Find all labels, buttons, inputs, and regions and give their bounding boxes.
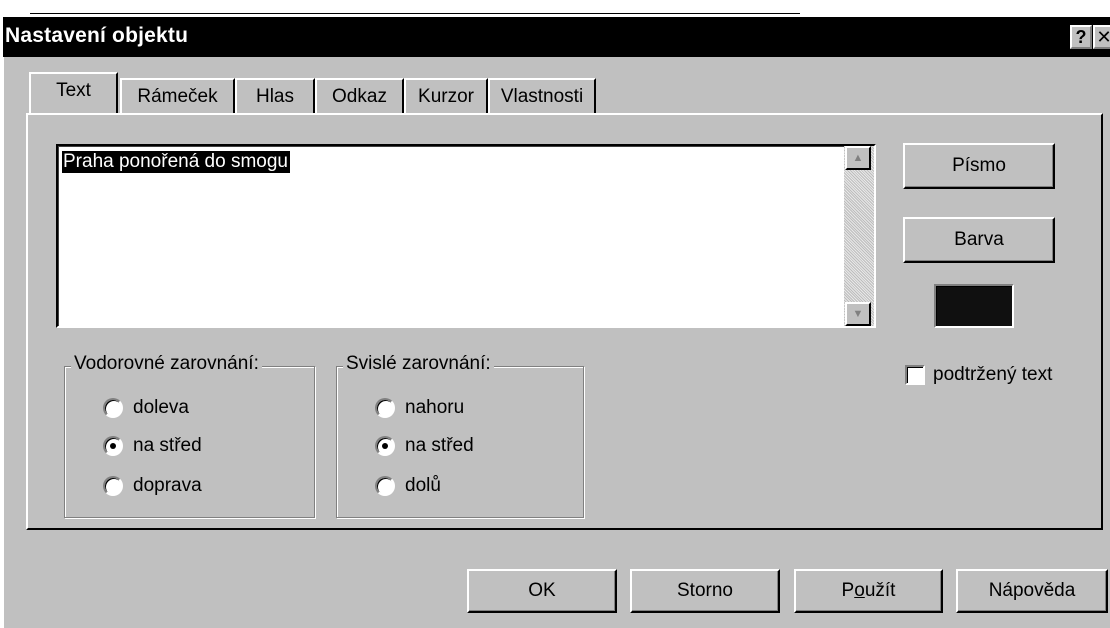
apply-label-prefix: P xyxy=(841,580,855,601)
cancel-button[interactable]: Storno xyxy=(630,569,780,613)
help-button[interactable]: ? xyxy=(1070,25,1092,49)
window-title: Nastavení objektu xyxy=(5,24,189,47)
radio-label: dolů xyxy=(405,475,441,496)
radio-button[interactable] xyxy=(103,398,123,418)
radio-button[interactable] xyxy=(375,398,395,418)
vertical-alignment-legend: Svislé zarovnání: xyxy=(343,353,494,375)
underline-checkbox-row[interactable]: podtržený text xyxy=(905,364,1052,386)
font-button[interactable]: Písmo xyxy=(903,143,1055,189)
radio-label: doprava xyxy=(133,475,202,496)
vertical-alignment-group: Svislé zarovnání: nahoru na střed dolů xyxy=(336,353,584,518)
radio-align-left[interactable]: doleva xyxy=(103,397,189,419)
color-swatch[interactable] xyxy=(934,284,1014,328)
scroll-up-icon[interactable]: ▲ xyxy=(845,146,871,170)
help-footer-button[interactable]: Nápověda xyxy=(956,569,1108,613)
horizontal-alignment-legend: Vodorovné zarovnání: xyxy=(71,353,262,375)
close-button[interactable]: ✕ xyxy=(1093,25,1110,49)
radio-button[interactable] xyxy=(103,476,123,496)
text-input-value: Praha ponořená do smogu xyxy=(62,151,290,173)
top-border-line xyxy=(30,13,800,14)
tab-text-label[interactable]: Text xyxy=(29,72,118,113)
underline-checkbox[interactable] xyxy=(905,365,925,385)
radio-button[interactable] xyxy=(375,436,395,456)
radio-align-top[interactable]: nahoru xyxy=(375,397,464,419)
tab-hlas[interactable]: Hlas xyxy=(235,78,315,116)
tab-vlastnosti[interactable]: Vlastnosti xyxy=(488,78,596,116)
tab-kurzor[interactable]: Kurzor xyxy=(404,78,488,116)
ok-button[interactable]: OK xyxy=(467,569,617,613)
title-bar[interactable]: Nastavení objektu ? ✕ xyxy=(3,17,1110,57)
radio-label: na střed xyxy=(133,435,202,456)
radio-align-right[interactable]: doprava xyxy=(103,475,202,497)
radio-align-center[interactable]: na střed xyxy=(103,435,202,457)
radio-button[interactable] xyxy=(375,476,395,496)
tab-ramecek[interactable]: Rámeček xyxy=(120,78,235,116)
radio-align-bottom[interactable]: dolů xyxy=(375,475,441,497)
scroll-down-icon[interactable]: ▼ xyxy=(845,302,871,326)
text-input[interactable]: Praha ponořená do smogu ▲ ▼ xyxy=(56,144,876,328)
apply-label-suffix: užít xyxy=(864,580,896,601)
tab-odkaz[interactable]: Odkaz xyxy=(315,78,404,116)
color-button[interactable]: Barva xyxy=(903,217,1055,263)
radio-align-middle[interactable]: na střed xyxy=(375,435,474,457)
horizontal-alignment-group: Vodorovné zarovnání: doleva na střed dop… xyxy=(64,353,315,518)
apply-label-mnemonic: o xyxy=(854,580,865,601)
radio-button[interactable] xyxy=(103,436,123,456)
radio-label: na střed xyxy=(405,435,474,456)
radio-label: nahoru xyxy=(405,397,465,418)
radio-label: doleva xyxy=(133,397,189,418)
underline-label: podtržený text xyxy=(933,364,1053,385)
vertical-scrollbar[interactable]: ▲ ▼ xyxy=(844,146,874,326)
apply-button[interactable]: Použít xyxy=(794,569,943,613)
